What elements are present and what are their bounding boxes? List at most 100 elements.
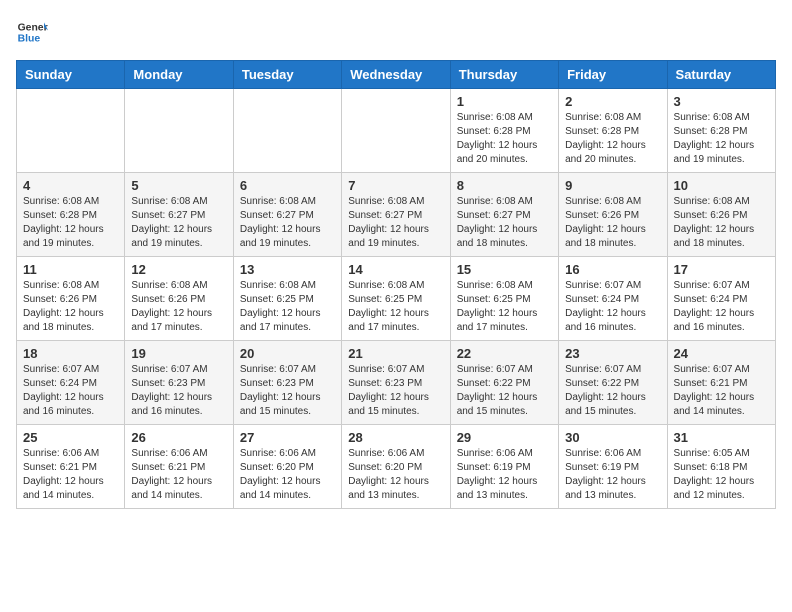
calendar-cell: 28 Sunrise: 6:06 AMSunset: 6:20 PMDayligh… — [342, 425, 450, 509]
day-info: Sunrise: 6:08 AMSunset: 6:28 PMDaylight:… — [457, 111, 552, 167]
calendar-cell: 9 Sunrise: 6:08 AMSunset: 6:26 PMDaylight… — [559, 173, 667, 257]
day-number: 20 — [240, 346, 335, 361]
calendar-week-row: 4 Sunrise: 6:08 AMSunset: 6:28 PMDaylight… — [17, 173, 776, 257]
calendar-cell: 31 Sunrise: 6:05 AMSunset: 6:18 PMDayligh… — [667, 425, 775, 509]
day-info: Sunrise: 6:08 AMSunset: 6:28 PMDaylight:… — [23, 195, 118, 251]
day-number: 29 — [457, 430, 552, 445]
calendar-cell: 10 Sunrise: 6:08 AMSunset: 6:26 PMDayligh… — [667, 173, 775, 257]
day-info: Sunrise: 6:07 AMSunset: 6:22 PMDaylight:… — [565, 363, 660, 419]
day-number: 22 — [457, 346, 552, 361]
svg-text:General: General — [18, 22, 48, 33]
day-number: 1 — [457, 94, 552, 109]
day-number: 9 — [565, 178, 660, 193]
calendar-cell: 22 Sunrise: 6:07 AMSunset: 6:22 PMDayligh… — [450, 341, 558, 425]
calendar-cell: 8 Sunrise: 6:08 AMSunset: 6:27 PMDaylight… — [450, 173, 558, 257]
day-info: Sunrise: 6:08 AMSunset: 6:28 PMDaylight:… — [565, 111, 660, 167]
day-info: Sunrise: 6:08 AMSunset: 6:27 PMDaylight:… — [348, 195, 443, 251]
day-info: Sunrise: 6:07 AMSunset: 6:23 PMDaylight:… — [348, 363, 443, 419]
day-header-thursday: Thursday — [450, 61, 558, 89]
calendar-cell — [17, 89, 125, 173]
calendar-cell: 12Sunrise: 6:08 AMSunset: 6:26 PMDayligh… — [125, 257, 233, 341]
calendar-cell: 18Sunrise: 6:07 AMSunset: 6:24 PMDayligh… — [17, 341, 125, 425]
day-info: Sunrise: 6:08 AMSunset: 6:26 PMDaylight:… — [674, 195, 769, 251]
day-info: Sunrise: 6:08 AMSunset: 6:25 PMDaylight:… — [457, 279, 552, 335]
day-info: Sunrise: 6:06 AMSunset: 6:21 PMDaylight:… — [131, 447, 226, 503]
calendar-cell: 26 Sunrise: 6:06 AMSunset: 6:21 PMDayligh… — [125, 425, 233, 509]
day-number: 17 — [674, 262, 769, 277]
calendar-cell: 1 Sunrise: 6:08 AMSunset: 6:28 PMDaylight… — [450, 89, 558, 173]
calendar-cell: 24 Sunrise: 6:07 AMSunset: 6:21 PMDayligh… — [667, 341, 775, 425]
calendar-cell: 13 Sunrise: 6:08 AMSunset: 6:25 PMDayligh… — [233, 257, 341, 341]
day-info: Sunrise: 6:06 AMSunset: 6:20 PMDaylight:… — [348, 447, 443, 503]
day-header-tuesday: Tuesday — [233, 61, 341, 89]
day-number: 30 — [565, 430, 660, 445]
day-number: 7 — [348, 178, 443, 193]
calendar-cell: 15Sunrise: 6:08 AMSunset: 6:25 PMDayligh… — [450, 257, 558, 341]
calendar-cell: 2 Sunrise: 6:08 AMSunset: 6:28 PMDaylight… — [559, 89, 667, 173]
calendar-cell: 7 Sunrise: 6:08 AMSunset: 6:27 PMDaylight… — [342, 173, 450, 257]
day-info: Sunrise: 6:08 AMSunset: 6:26 PMDaylight:… — [565, 195, 660, 251]
calendar-week-row: 11 Sunrise: 6:08 AMSunset: 6:26 PMDayligh… — [17, 257, 776, 341]
day-header-sunday: Sunday — [17, 61, 125, 89]
day-number: 16 — [565, 262, 660, 277]
logo-icon: General Blue — [16, 16, 48, 48]
day-info: Sunrise: 6:08 AMSunset: 6:27 PMDaylight:… — [131, 195, 226, 251]
calendar-cell: 14 Sunrise: 6:08 AMSunset: 6:25 PMDayligh… — [342, 257, 450, 341]
day-info: Sunrise: 6:08 AMSunset: 6:25 PMDaylight:… — [240, 279, 335, 335]
day-header-wednesday: Wednesday — [342, 61, 450, 89]
day-info: Sunrise: 6:07 AMSunset: 6:24 PMDaylight:… — [674, 279, 769, 335]
day-number: 4 — [23, 178, 118, 193]
calendar-cell: 23 Sunrise: 6:07 AMSunset: 6:22 PMDayligh… — [559, 341, 667, 425]
day-number: 2 — [565, 94, 660, 109]
day-info: Sunrise: 6:06 AMSunset: 6:21 PMDaylight:… — [23, 447, 118, 503]
calendar-cell: 30 Sunrise: 6:06 AMSunset: 6:19 PMDayligh… — [559, 425, 667, 509]
day-number: 28 — [348, 430, 443, 445]
calendar-week-row: 18Sunrise: 6:07 AMSunset: 6:24 PMDayligh… — [17, 341, 776, 425]
day-number: 31 — [674, 430, 769, 445]
day-info: Sunrise: 6:06 AMSunset: 6:19 PMDaylight:… — [457, 447, 552, 503]
day-info: Sunrise: 6:05 AMSunset: 6:18 PMDaylight:… — [674, 447, 769, 503]
calendar-cell — [233, 89, 341, 173]
day-info: Sunrise: 6:06 AMSunset: 6:19 PMDaylight:… — [565, 447, 660, 503]
calendar-week-row: 25 Sunrise: 6:06 AMSunset: 6:21 PMDayligh… — [17, 425, 776, 509]
day-info: Sunrise: 6:08 AMSunset: 6:25 PMDaylight:… — [348, 279, 443, 335]
day-header-monday: Monday — [125, 61, 233, 89]
calendar-header-row: SundayMondayTuesdayWednesdayThursdayFrid… — [17, 61, 776, 89]
day-number: 5 — [131, 178, 226, 193]
day-info: Sunrise: 6:07 AMSunset: 6:22 PMDaylight:… — [457, 363, 552, 419]
day-info: Sunrise: 6:08 AMSunset: 6:28 PMDaylight:… — [674, 111, 769, 167]
day-number: 24 — [674, 346, 769, 361]
calendar-cell: 21Sunrise: 6:07 AMSunset: 6:23 PMDayligh… — [342, 341, 450, 425]
day-info: Sunrise: 6:07 AMSunset: 6:23 PMDaylight:… — [240, 363, 335, 419]
day-info: Sunrise: 6:07 AMSunset: 6:24 PMDaylight:… — [565, 279, 660, 335]
calendar-cell: 29 Sunrise: 6:06 AMSunset: 6:19 PMDayligh… — [450, 425, 558, 509]
day-info: Sunrise: 6:08 AMSunset: 6:27 PMDaylight:… — [457, 195, 552, 251]
day-number: 19 — [131, 346, 226, 361]
day-number: 6 — [240, 178, 335, 193]
calendar-cell — [342, 89, 450, 173]
day-number: 8 — [457, 178, 552, 193]
day-info: Sunrise: 6:08 AMSunset: 6:27 PMDaylight:… — [240, 195, 335, 251]
day-number: 23 — [565, 346, 660, 361]
day-info: Sunrise: 6:07 AMSunset: 6:21 PMDaylight:… — [674, 363, 769, 419]
day-number: 25 — [23, 430, 118, 445]
day-header-friday: Friday — [559, 61, 667, 89]
calendar-week-row: 1 Sunrise: 6:08 AMSunset: 6:28 PMDaylight… — [17, 89, 776, 173]
calendar-cell: 5 Sunrise: 6:08 AMSunset: 6:27 PMDaylight… — [125, 173, 233, 257]
day-info: Sunrise: 6:08 AMSunset: 6:26 PMDaylight:… — [131, 279, 226, 335]
day-header-saturday: Saturday — [667, 61, 775, 89]
day-number: 11 — [23, 262, 118, 277]
day-number: 26 — [131, 430, 226, 445]
calendar-cell: 3Sunrise: 6:08 AMSunset: 6:28 PMDaylight… — [667, 89, 775, 173]
calendar-cell: 20 Sunrise: 6:07 AMSunset: 6:23 PMDayligh… — [233, 341, 341, 425]
calendar-cell: 4 Sunrise: 6:08 AMSunset: 6:28 PMDaylight… — [17, 173, 125, 257]
day-number: 13 — [240, 262, 335, 277]
calendar-cell: 19Sunrise: 6:07 AMSunset: 6:23 PMDayligh… — [125, 341, 233, 425]
day-number: 14 — [348, 262, 443, 277]
calendar: SundayMondayTuesdayWednesdayThursdayFrid… — [16, 60, 776, 509]
day-info: Sunrise: 6:06 AMSunset: 6:20 PMDaylight:… — [240, 447, 335, 503]
calendar-cell: 6 Sunrise: 6:08 AMSunset: 6:27 PMDaylight… — [233, 173, 341, 257]
day-info: Sunrise: 6:08 AMSunset: 6:26 PMDaylight:… — [23, 279, 118, 335]
day-number: 10 — [674, 178, 769, 193]
day-info: Sunrise: 6:07 AMSunset: 6:24 PMDaylight:… — [23, 363, 118, 419]
